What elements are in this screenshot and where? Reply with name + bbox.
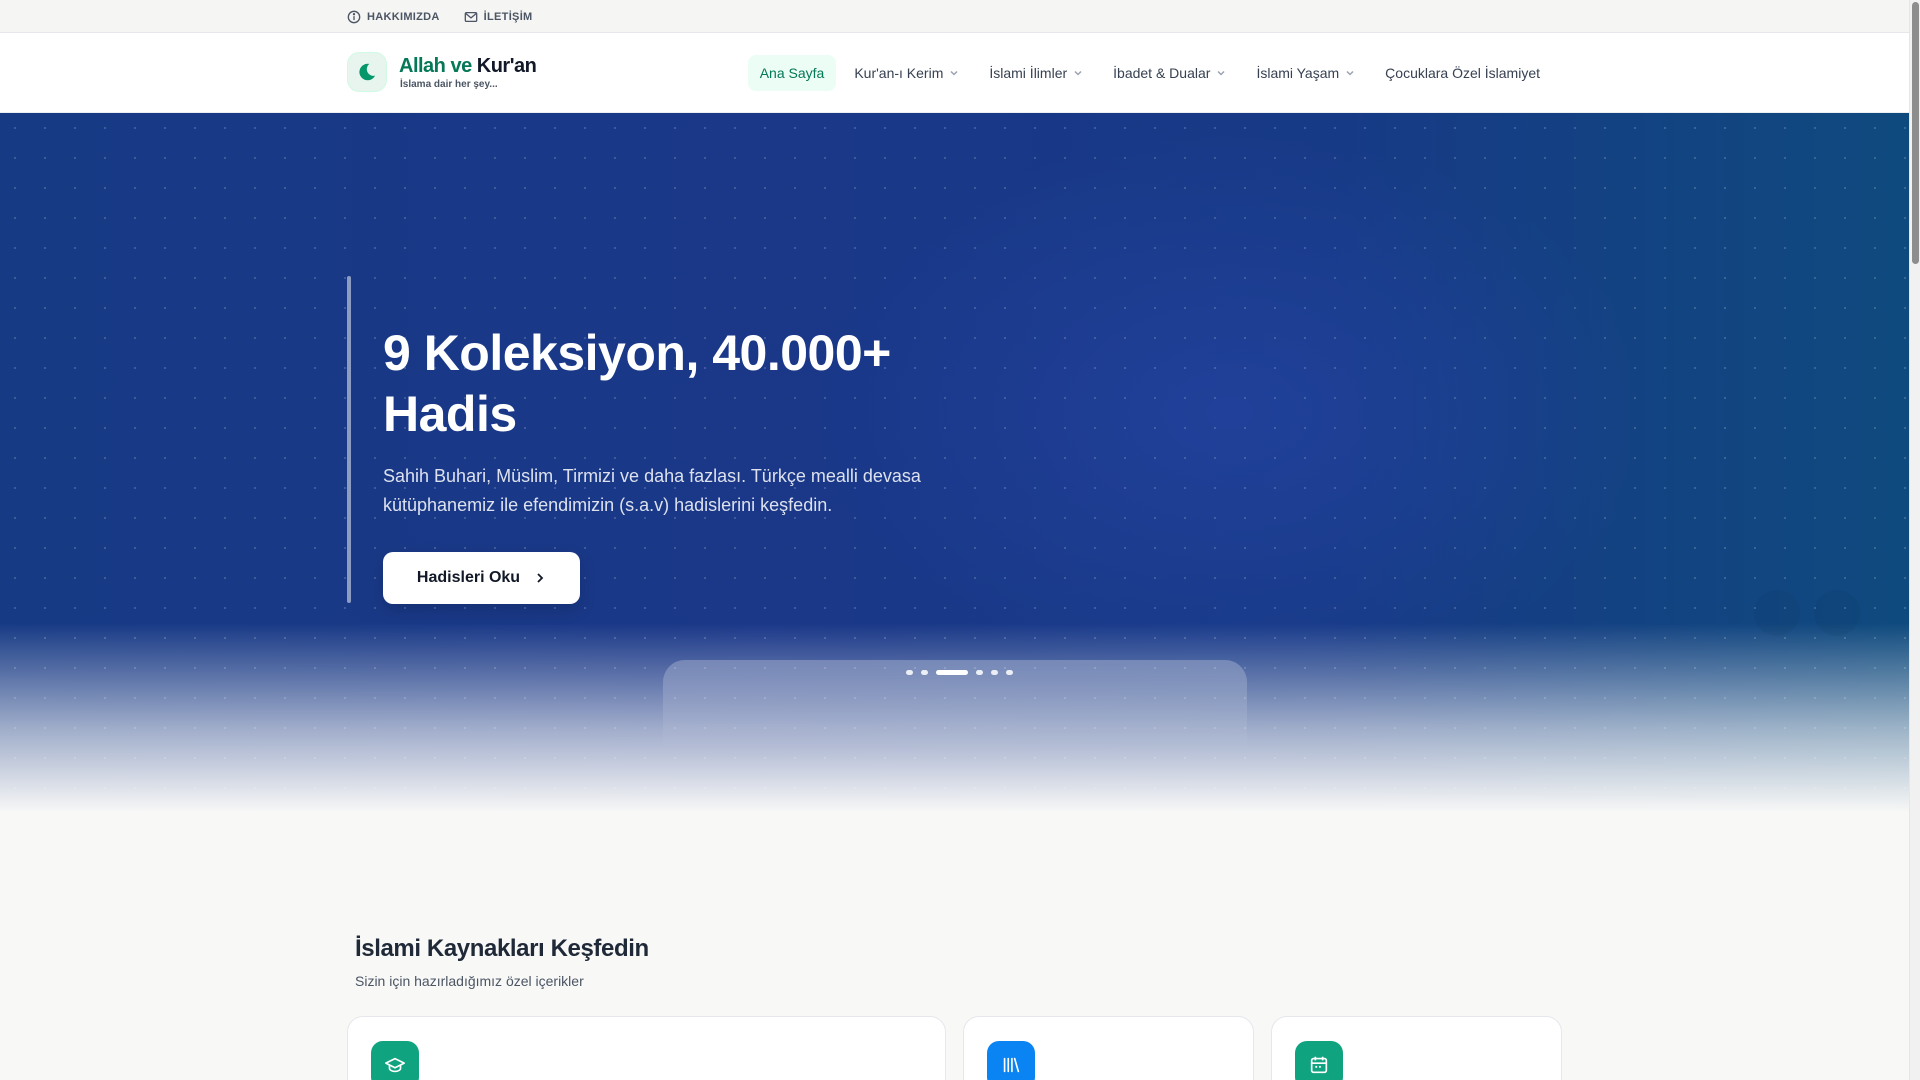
- nav-item-label: Kur'an-ı Kerim: [854, 65, 944, 81]
- brand-tagline: İslama dair her şey...: [400, 78, 498, 90]
- slider-next-button[interactable]: [1814, 590, 1860, 636]
- about-link[interactable]: HAKKIMIZDA: [347, 10, 440, 24]
- scrollbar-thumb[interactable]: [1912, 2, 1919, 264]
- calendar-icon: [1310, 1056, 1328, 1074]
- resource-card-education[interactable]: [347, 1016, 946, 1080]
- chevron-down-icon: [1217, 70, 1225, 76]
- brand-title: Allah ve Kur'an: [399, 54, 537, 77]
- nav-item-label: İbadet & Dualar: [1113, 65, 1211, 81]
- chevron-down-icon: [1346, 70, 1354, 76]
- nav-item-kids[interactable]: Çocuklara Özel İslamiyet: [1373, 55, 1552, 91]
- section-title: İslami Kaynakları Keşfedin: [355, 935, 649, 962]
- slider-prev-button[interactable]: [1754, 590, 1800, 636]
- read-hadith-button-label: Hadisleri Oku: [416, 569, 521, 586]
- brand-logo-link[interactable]: Allah ve Kur'an İslama dair her şey...: [347, 52, 537, 92]
- crescent-moon-icon: [347, 52, 387, 92]
- slider-dot[interactable]: [991, 670, 998, 675]
- slider-dot[interactable]: [1006, 670, 1013, 675]
- nav-item-quran[interactable]: Kur'an-ı Kerim: [842, 55, 971, 91]
- contact-link-label: İLETİŞİM: [483, 10, 533, 23]
- section-subtitle: Sizin için hazırladığımız özel içerikler: [355, 973, 584, 989]
- top-links: HAKKIMIZDA İLETİŞİM: [347, 0, 533, 33]
- hero-description: Sahih Buhari, Müslim, Tirmizi ve daha fa…: [383, 466, 921, 515]
- info-icon: [347, 10, 361, 23]
- nav-item-worship-prayers[interactable]: İbadet & Dualar: [1101, 55, 1238, 91]
- slider-dot[interactable]: [936, 670, 968, 675]
- card-icon-box: [1295, 1041, 1343, 1080]
- about-link-label: HAKKIMIZDA: [367, 10, 440, 23]
- resource-card-calendar[interactable]: [1271, 1016, 1562, 1080]
- slider-dot[interactable]: [906, 670, 913, 675]
- main-nav: Ana Sayfa Kur'an-ı Kerim İslami İlimler …: [747, 55, 1552, 91]
- nav-item-label: Çocuklara Özel İslamiyet: [1385, 65, 1540, 81]
- slider-dot[interactable]: [921, 670, 928, 675]
- library-icon: [1003, 1057, 1020, 1073]
- card-icon-box: [371, 1041, 419, 1080]
- top-bar: HAKKIMIZDA İLETİŞİM: [0, 0, 1909, 33]
- read-hadith-button[interactable]: Hadisleri Oku: [383, 552, 580, 604]
- page: HAKKIMIZDA İLETİŞİM Allah ve Kur'an İsla…: [0, 0, 1909, 1080]
- hero-title: 9 Koleksiyon, 40.000+ Hadis: [383, 325, 891, 442]
- brand-text: Allah ve Kur'an İslama dair her şey...: [399, 54, 537, 90]
- chevron-down-icon: [950, 70, 958, 76]
- hero-accent-line: [347, 276, 351, 603]
- nav-item-label: İslami İlimler: [989, 65, 1068, 81]
- main-header: Allah ve Kur'an İslama dair her şey... A…: [0, 33, 1909, 113]
- graduation-cap-icon: [385, 1057, 405, 1073]
- nav-item-label: Ana Sayfa: [759, 65, 825, 81]
- brand-title-part1: Allah ve: [399, 54, 472, 77]
- slider-pagination: [906, 670, 1013, 675]
- chevron-right-icon: [537, 573, 544, 583]
- slider-dot[interactable]: [976, 670, 983, 675]
- nav-item-home[interactable]: Ana Sayfa: [747, 55, 837, 91]
- chevron-down-icon: [1074, 70, 1082, 76]
- contact-link[interactable]: İLETİŞİM: [464, 10, 533, 24]
- nav-item-islamic-sciences[interactable]: İslami İlimler: [977, 55, 1095, 91]
- nav-item-islamic-life[interactable]: İslami Yaşam: [1244, 55, 1367, 91]
- nav-item-label: İslami Yaşam: [1256, 65, 1340, 81]
- brand-title-part2: Kur'an: [476, 54, 537, 77]
- mail-icon: [464, 11, 478, 22]
- card-icon-box: [987, 1041, 1035, 1080]
- page-scrollbar[interactable]: [1909, 0, 1920, 1080]
- resource-card-library[interactable]: [963, 1016, 1254, 1080]
